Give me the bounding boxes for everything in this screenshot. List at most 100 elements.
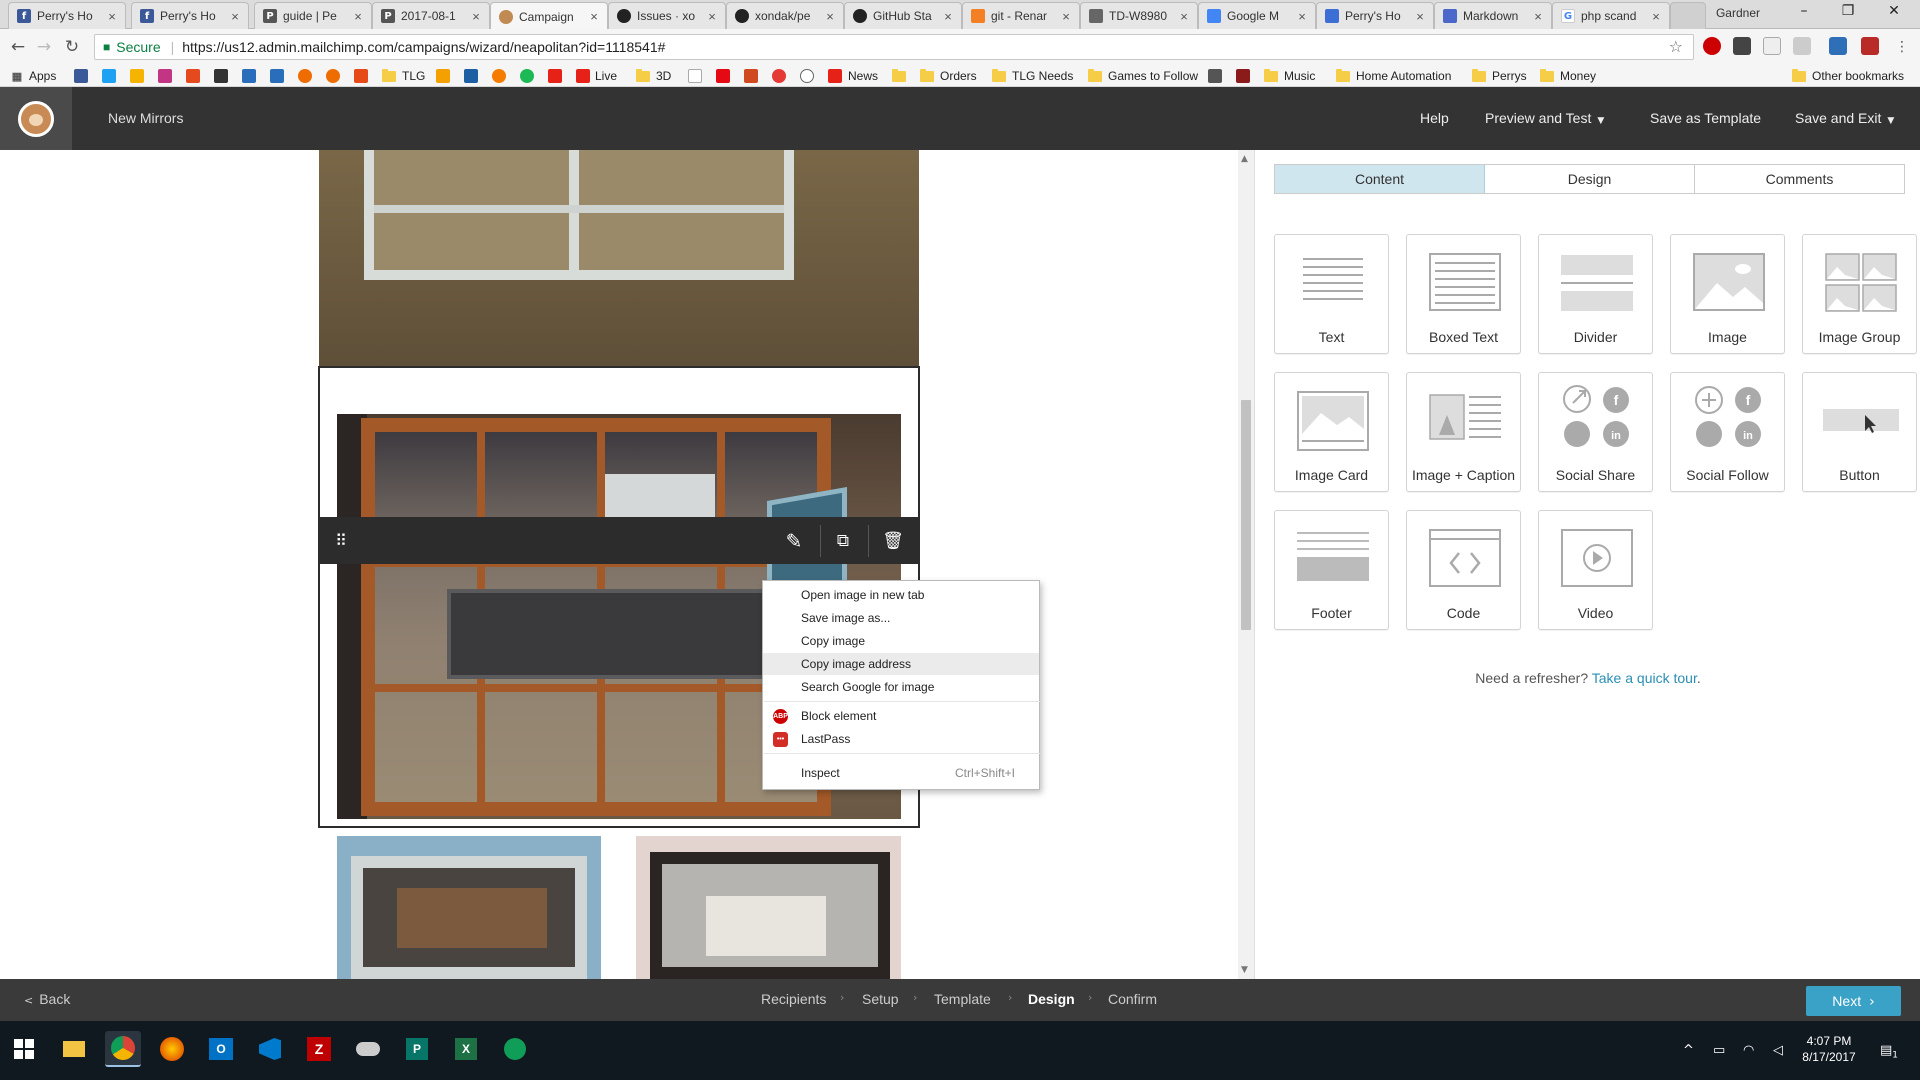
hangouts-icon[interactable] <box>497 1031 533 1067</box>
mirror-photo-top[interactable] <box>319 150 919 366</box>
ctx-block-element[interactable]: ABP Block element <box>763 705 1039 727</box>
close-icon[interactable]: × <box>105 9 119 24</box>
close-icon[interactable]: × <box>1059 9 1073 24</box>
browser-tab[interactable]: Pguide | Pe × <box>254 2 372 29</box>
close-icon[interactable]: × <box>351 9 365 24</box>
extension-icon[interactable] <box>1733 37 1751 55</box>
bookmark-site-icon[interactable] <box>464 69 478 83</box>
folder-icon[interactable] <box>892 69 906 82</box>
ctx-search-google-image[interactable]: Search Google for image <box>763 676 1039 698</box>
block-video[interactable]: Video <box>1538 510 1653 630</box>
save-and-exit-menu[interactable]: Save and Exit ▼ <box>1795 110 1894 126</box>
bookmark-site-icon[interactable] <box>186 69 200 83</box>
new-tab-button[interactable] <box>1670 2 1706 29</box>
address-bar[interactable]: ■ Secure | https://us12.admin.mailchimp.… <box>94 34 1694 60</box>
quick-tour-link[interactable]: Take a quick tour <box>1592 670 1697 686</box>
mirror-photo-left[interactable] <box>337 836 601 979</box>
twitter-icon[interactable] <box>102 69 116 83</box>
browser-tab-active[interactable]: Campaign × <box>490 2 608 30</box>
block-social-share[interactable]: f in Social Share <box>1538 372 1653 492</box>
url-text[interactable]: https://us12.admin.mailchimp.com/campaig… <box>182 39 665 55</box>
close-icon[interactable]: × <box>469 9 483 24</box>
step-design[interactable]: Design <box>1028 991 1075 1007</box>
notification-center-icon[interactable]: ▤1 <box>1880 1043 1898 1061</box>
close-icon[interactable]: × <box>228 9 242 24</box>
close-icon[interactable]: × <box>1413 9 1427 24</box>
tab-content[interactable]: Content <box>1275 165 1485 193</box>
ctx-save-image-as[interactable]: Save image as... <box>763 607 1039 629</box>
block-code[interactable]: Code <box>1406 510 1521 630</box>
bookmark-folder[interactable]: TLG <box>382 68 425 84</box>
preview-and-test-menu[interactable]: Preview and Test ▼ <box>1485 110 1604 126</box>
bookmark-site-icon[interactable] <box>492 69 506 83</box>
reddit-icon[interactable] <box>800 69 814 83</box>
block-text[interactable]: Text <box>1274 234 1389 354</box>
bookmark-folder[interactable]: Games to Follow <box>1088 68 1198 84</box>
extension-icon[interactable] <box>1793 37 1811 55</box>
block-image-caption[interactable]: Image + Caption <box>1406 372 1521 492</box>
browser-tab[interactable]: f Perry's Ho × <box>131 2 249 29</box>
game-controller-icon[interactable] <box>350 1031 386 1067</box>
extension-icon[interactable] <box>1861 37 1879 55</box>
visual-studio-code-icon[interactable] <box>252 1031 288 1067</box>
block-image-card[interactable]: Image Card <box>1274 372 1389 492</box>
campaign-name[interactable]: New Mirrors <box>108 110 183 126</box>
battery-icon[interactable]: ▭ <box>1713 1043 1725 1058</box>
publisher-icon[interactable]: P <box>399 1031 435 1067</box>
drag-handle-icon[interactable]: ⠿ <box>328 529 354 553</box>
mail-icon[interactable] <box>270 69 284 83</box>
outlook-icon[interactable]: O <box>203 1031 239 1067</box>
bookmark-site-icon[interactable] <box>436 69 450 83</box>
extension-icon[interactable] <box>1829 37 1847 55</box>
browser-tab[interactable]: Gphp scand × <box>1552 2 1670 29</box>
browser-tab[interactable]: Issues · xo × <box>608 2 726 29</box>
excel-icon[interactable]: X <box>448 1031 484 1067</box>
bookmark-site-icon[interactable] <box>326 69 340 83</box>
scroll-down-icon[interactable]: ▼ <box>1241 965 1248 975</box>
close-icon[interactable]: × <box>1295 9 1309 24</box>
mail-icon[interactable] <box>242 69 256 83</box>
star-icon[interactable] <box>130 69 144 83</box>
bookmark-site-icon[interactable] <box>744 69 758 83</box>
mailchimp-logo-icon[interactable] <box>0 87 72 150</box>
help-link[interactable]: Help <box>1420 110 1449 126</box>
bookmark-site-icon[interactable] <box>772 69 786 83</box>
close-icon[interactable]: × <box>1177 9 1191 24</box>
bookmark-folder[interactable]: Money <box>1540 68 1596 84</box>
volume-icon[interactable]: ◁ <box>1773 1043 1783 1058</box>
menu-dots-icon[interactable]: ⋮ <box>1890 35 1914 59</box>
close-icon[interactable]: × <box>1531 9 1545 24</box>
spotify-icon[interactable] <box>520 69 534 83</box>
save-as-template-link[interactable]: Save as Template <box>1650 110 1761 126</box>
system-clock[interactable]: 4:07 PM 8/17/2017 <box>1793 1033 1865 1065</box>
browser-tab[interactable]: Perry's Ho × <box>1316 2 1434 29</box>
file-explorer-icon[interactable] <box>56 1031 92 1067</box>
browser-tab[interactable]: P 2017-08-1 × <box>372 2 490 29</box>
reload-icon[interactable]: ↻ <box>60 35 84 59</box>
duplicate-icon[interactable]: ⧉ <box>830 529 856 553</box>
bookmark-folder[interactable]: Music <box>1264 68 1315 84</box>
chevron-up-icon[interactable]: ^ <box>1683 1043 1694 1058</box>
close-icon[interactable]: × <box>705 9 719 24</box>
close-icon[interactable]: × <box>823 9 837 24</box>
forward-arrow-icon[interactable]: → <box>32 35 56 59</box>
block-image[interactable]: Image <box>1670 234 1785 354</box>
block-image-group[interactable]: Image Group <box>1802 234 1917 354</box>
restore-icon[interactable]: ❐ <box>1826 3 1870 25</box>
next-button[interactable]: Next › <box>1806 986 1901 1016</box>
scroll-up-icon[interactable]: ▲ <box>1241 154 1248 164</box>
canvas-scrollbar[interactable]: ▲ ▼ <box>1238 150 1254 979</box>
bookmark-apps[interactable]: ▦ Apps <box>10 68 57 84</box>
bookmark-site-icon[interactable] <box>298 69 312 83</box>
back-arrow-icon[interactable]: ← <box>6 35 30 59</box>
browser-tab[interactable]: Markdown × <box>1434 2 1552 29</box>
ctx-lastpass[interactable]: ••• LastPass <box>763 728 1039 750</box>
bookmark-site-icon[interactable] <box>1236 69 1250 83</box>
step-confirm[interactable]: Confirm <box>1108 991 1157 1007</box>
bookmark-folder[interactable]: Orders <box>920 68 977 84</box>
step-recipients[interactable]: Recipients <box>761 991 826 1007</box>
bookmark-site-icon[interactable] <box>1208 69 1222 83</box>
trash-icon[interactable]: 🗑 <box>880 529 906 553</box>
profile-name[interactable]: Gardner <box>1716 6 1760 20</box>
close-icon[interactable]: × <box>1649 9 1663 24</box>
